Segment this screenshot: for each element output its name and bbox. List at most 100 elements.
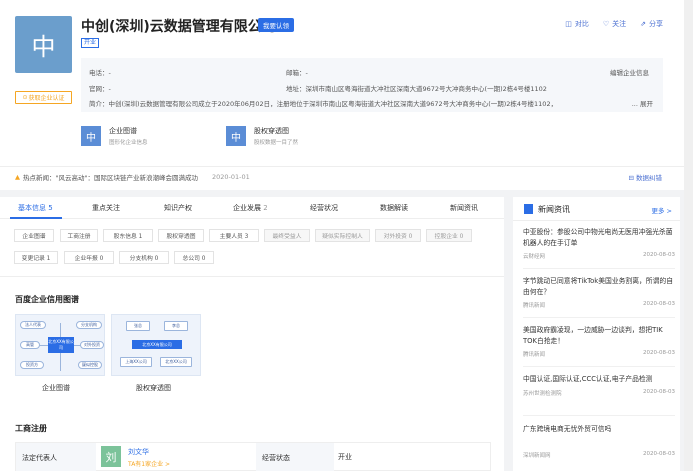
list-item[interactable]: 字节跳动已同意将TikTok美国业务割离，所谓的自由何在？ 腾讯新闻 2020-0…	[523, 276, 675, 318]
phone-field: 电话：-	[89, 69, 111, 77]
share-icon: ⇗	[640, 20, 646, 28]
tab-ip-label: 知识产权	[164, 204, 192, 212]
news-panel-header: 新闻资讯 更多 >	[513, 197, 680, 221]
chip-shareholders[interactable]: 股东信息 1	[103, 229, 153, 242]
hot-news-date: 2020-01-01	[211, 172, 250, 181]
tab-news-label: 新闻资讯	[450, 204, 478, 212]
chip-annual-reports[interactable]: 企业年报 0	[64, 251, 114, 264]
tab-key-focus[interactable]: 重点关注	[92, 203, 120, 213]
legal-rep-label: 法定代表人	[16, 443, 96, 471]
equity-node: 北京XX公司	[160, 357, 192, 367]
list-item[interactable]: 中国认证,国际认证,CCC认证,电子产品检测 苏州世测检测院 2020-08-03	[523, 374, 675, 416]
avatar: 刘	[101, 446, 121, 467]
page-scrollbar[interactable]	[684, 0, 693, 471]
business-status-value: 开业	[338, 453, 352, 461]
news-date: 2020-08-03	[643, 301, 675, 307]
news-source: 腾讯新闻	[523, 303, 546, 309]
chip-key-personnel[interactable]: 主要人员 3	[209, 229, 259, 242]
graph-node: 投资方	[20, 361, 44, 369]
company-logo: 中	[15, 16, 72, 73]
chip-ultimate-beneficiary[interactable]: 最终受益人	[264, 229, 310, 242]
get-certification-label: 获取企业认证	[28, 95, 65, 102]
tab-operation-label: 经营状况	[310, 204, 338, 212]
registration-title: 工商注册	[15, 424, 47, 433]
news-source: 深圳新闻网	[523, 452, 551, 459]
follow-button[interactable]: ♡ 关注	[603, 19, 626, 29]
data-error-link[interactable]: ⊟ 数据纠错	[628, 172, 662, 182]
news-meta: 苏州世测检测院 2020-08-03	[523, 389, 675, 397]
graph-node: 对外投资	[80, 341, 104, 349]
enterprise-graph-thumbnail[interactable]: 北京XX有限公司 法人代表 分支机构 高管 对外投资 投资方 疑似控股	[15, 314, 105, 376]
news-date: 2020-08-03	[643, 450, 675, 457]
data-error-label: 数据纠错	[636, 174, 662, 182]
tab-operation[interactable]: 经营状况	[310, 203, 338, 213]
legal-rep-companies-link[interactable]: TA有1家企业 >	[128, 459, 170, 468]
news-meta: 云财经网 2020-08-03	[523, 252, 675, 260]
news-source: 苏州世测检测院	[523, 390, 562, 397]
compare-button[interactable]: ◫ 对比	[565, 19, 589, 29]
chip-equity-chart[interactable]: 股权穿透图	[158, 229, 204, 242]
edit-info-link[interactable]: 编辑企业信息	[610, 67, 649, 77]
equity-chart-icon: 中	[226, 126, 246, 146]
tab-ip[interactable]: 知识产权	[164, 203, 192, 213]
list-item[interactable]: 美国政府霸凌现，一边威胁一边谈判，想把TIK TOK白抢走！ 腾讯新闻 2020-…	[523, 325, 675, 367]
news-icon	[524, 204, 533, 214]
list-item[interactable]: 广东跨境电商无忧外贸可信吗 深圳新闻网 2020-08-03	[523, 424, 675, 466]
enterprise-graph-label: 企业图谱	[42, 384, 70, 392]
top-actions: ◫ 对比 ♡ 关注 ⇗ 分享	[565, 19, 663, 29]
news-more-link[interactable]: 更多 >	[651, 205, 672, 215]
news-title: 中国认证,国际认证,CCC认证,电子产品检测	[523, 375, 653, 383]
email-field: 邮箱：-	[286, 69, 308, 77]
tab-data-reading[interactable]: 数据解读	[380, 203, 408, 213]
status-badge: 开业	[81, 38, 100, 48]
news-title: 字节跳动已同意将TikTok美国业务割离，所谓的自由何在？	[523, 277, 673, 296]
chip-change-records[interactable]: 变更记录 1	[14, 251, 58, 264]
news-source: 云财经网	[523, 254, 546, 260]
tab-development-label: 企业发展	[233, 204, 261, 212]
news-title: 广东跨境电商无忧外贸可信吗	[523, 425, 612, 433]
chip-branches[interactable]: 分支机构 0	[119, 251, 169, 264]
equity-node: 张总	[126, 321, 150, 331]
news-panel: 新闻资讯 更多 > 中亚股份：参股公司中物光电尚无医用冲强光杀菌机器人的在手订单…	[513, 197, 680, 471]
news-title: 美国政府霸凌现，一边威胁一边谈判，想把TIK TOK白抢走！	[523, 326, 663, 345]
tab-development[interactable]: 企业发展 2	[233, 203, 268, 213]
credit-graph-title: 百度企业信用图谱	[15, 295, 79, 304]
tab-data-reading-label: 数据解读	[380, 204, 408, 212]
tab-key-focus-label: 重点关注	[92, 204, 120, 212]
chip-outbound-investment[interactable]: 对外投资 0	[375, 229, 421, 242]
tab-basic-info-label: 基本信息	[18, 204, 46, 212]
compare-icon: ◫	[565, 20, 572, 28]
chip-holding-companies[interactable]: 控股企业 0	[426, 229, 472, 242]
company-name: 中创(深圳)云数据管理有限公司	[81, 19, 276, 35]
chip-enterprise-graph[interactable]: 企业图谱	[14, 229, 54, 242]
enterprise-graph-icon: 中	[81, 126, 101, 146]
get-certification-button[interactable]: ⊙ 获取企业认证	[15, 91, 72, 104]
chip-head-office[interactable]: 总公司 0	[174, 251, 214, 264]
chip-business-registration[interactable]: 工商注册	[60, 229, 98, 242]
graph-node: 法人代表	[20, 321, 46, 329]
chip-actual-controller[interactable]: 疑似实际控制人	[315, 229, 370, 242]
graph-node: 分支机构	[76, 321, 102, 329]
tab-basic-info[interactable]: 基本信息 5	[18, 203, 53, 213]
share-button[interactable]: ⇗ 分享	[640, 19, 663, 29]
news-meta: 腾讯新闻 2020-08-03	[523, 301, 675, 309]
certify-icon: ⊙	[22, 94, 28, 101]
legal-rep-name[interactable]: 刘文华	[128, 447, 149, 457]
intro-field: 简介：中创(深圳)云数据管理有限公司成立于2020年06月02日，注册地位于深圳…	[89, 100, 558, 108]
claim-button[interactable]: 我要认领	[258, 18, 294, 32]
equity-chart-thumbnail[interactable]: 张总 李总 北京XX有限公司 上海XX公司 北京XX公司	[111, 314, 201, 376]
news-date: 2020-08-03	[643, 350, 675, 356]
graph-center-node: 北京XX有限公司	[48, 337, 74, 353]
news-panel-title: 新闻资讯	[538, 205, 570, 214]
company-info-box: 电话：- 邮箱：- 编辑企业信息 官网：- 地址：深圳市南山区粤海街道大冲社区深…	[81, 58, 663, 112]
expand-link[interactable]: ... 展开	[632, 98, 653, 108]
section-tabs: 基本信息 5 重点关注 知识产权 企业发展 2 经营状况 数据解读 新闻资讯	[0, 197, 504, 219]
news-title: 中亚股份：参股公司中物光电尚无医用冲强光杀菌机器人的在手订单	[523, 228, 673, 247]
list-item[interactable]: 中亚股份：参股公司中物光电尚无医用冲强光杀菌机器人的在手订单 云财经网 2020-…	[523, 227, 675, 269]
graph-node: 疑似控股	[78, 361, 102, 369]
tab-news[interactable]: 新闻资讯	[450, 203, 478, 213]
feature-cards: 中 企业图谱 图形化企业信息 中 股权穿透图 股权数据一目了然	[81, 124, 381, 150]
active-tab-indicator	[10, 217, 62, 219]
tab-development-count: 2	[263, 204, 268, 212]
hot-news-link[interactable]: 热点新闻："风云高动"：国际区块链产业新浪潮峰会圆满成功	[23, 172, 198, 182]
